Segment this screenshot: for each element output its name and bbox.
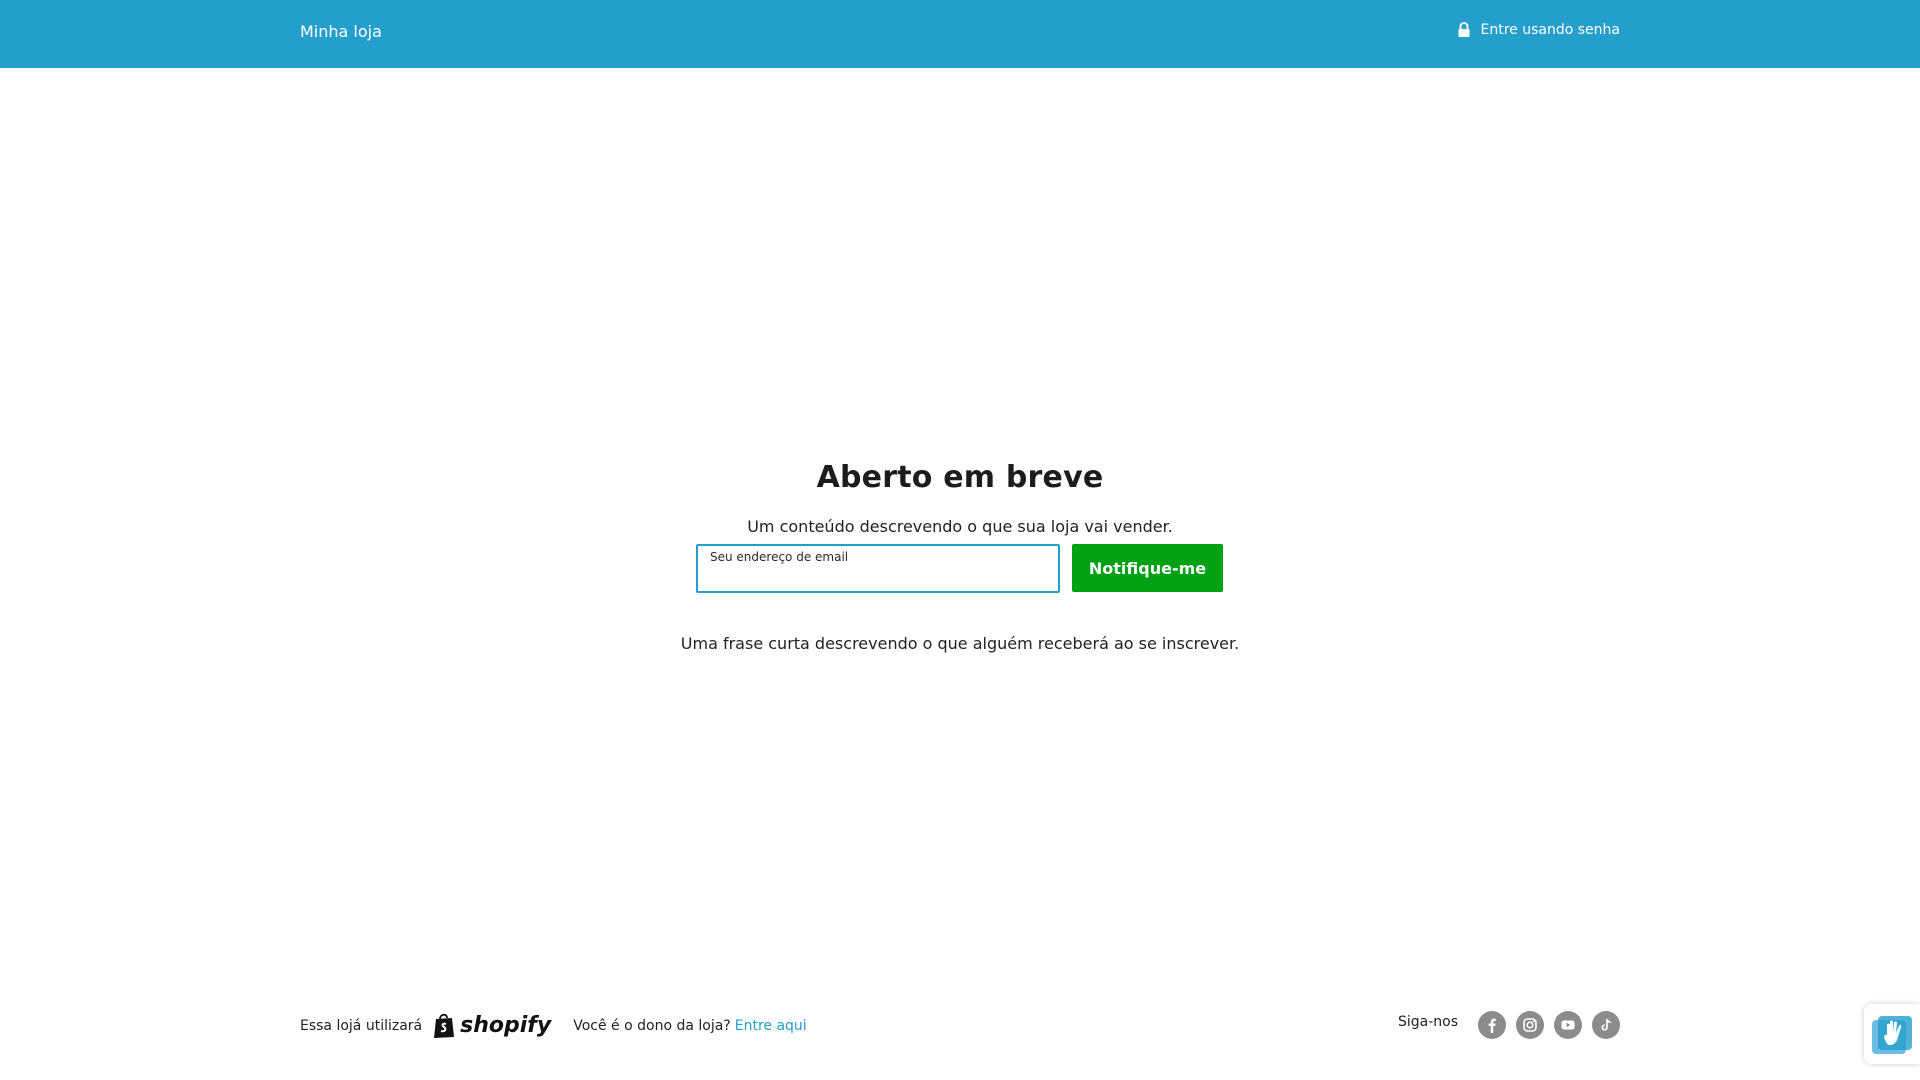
login-with-password-link[interactable]: Entre usando senha	[1457, 22, 1620, 38]
login-label: Entre usando senha	[1480, 22, 1620, 38]
youtube-icon[interactable]	[1554, 1011, 1582, 1039]
shopify-wordmark: shopify	[460, 1013, 552, 1038]
notify-me-button[interactable]: Notifique-me	[1072, 544, 1223, 592]
footer-left: Essa lojá utilizará shopify Você é o don…	[300, 1012, 807, 1039]
footer-social: Siga-nos	[1398, 1011, 1620, 1039]
top-bar: Minha loja Entre usando senha	[0, 0, 1920, 68]
email-input[interactable]	[710, 568, 1046, 590]
email-label: Seu endereço de email	[710, 550, 849, 564]
hand-icon	[1872, 1016, 1912, 1054]
email-field[interactable]: Seu endereço de email	[696, 544, 1060, 593]
shopify-logo[interactable]: shopify	[432, 1012, 551, 1039]
lock-icon	[1458, 22, 1470, 37]
instagram-icon[interactable]	[1516, 1011, 1544, 1039]
page-description: Um conteúdo descrevendo o que sua loja v…	[747, 517, 1173, 536]
follow-us-label: Siga-nos	[1397, 1014, 1458, 1030]
powered-by-text: Essa lojá utilizará	[300, 1017, 423, 1034]
signup-subtext: Uma frase curta descrevendo o que alguém…	[680, 634, 1240, 653]
owner-question: Você é o dono da loja?	[573, 1017, 731, 1034]
page-title: Aberto em breve	[816, 460, 1104, 495]
store-name[interactable]: Minha loja	[300, 22, 382, 41]
tiktok-icon[interactable]	[1592, 1011, 1620, 1039]
owner-login-link[interactable]: Entre aqui	[735, 1018, 807, 1034]
facebook-icon[interactable]	[1478, 1011, 1506, 1039]
main-content: Aberto em breve Um conteúdo descrevendo …	[0, 460, 1920, 536]
newsletter-form: Seu endereço de email Notifique-me	[696, 544, 1224, 594]
accessibility-widget-button[interactable]	[1864, 1004, 1920, 1064]
shopify-bag-icon	[434, 1013, 455, 1038]
